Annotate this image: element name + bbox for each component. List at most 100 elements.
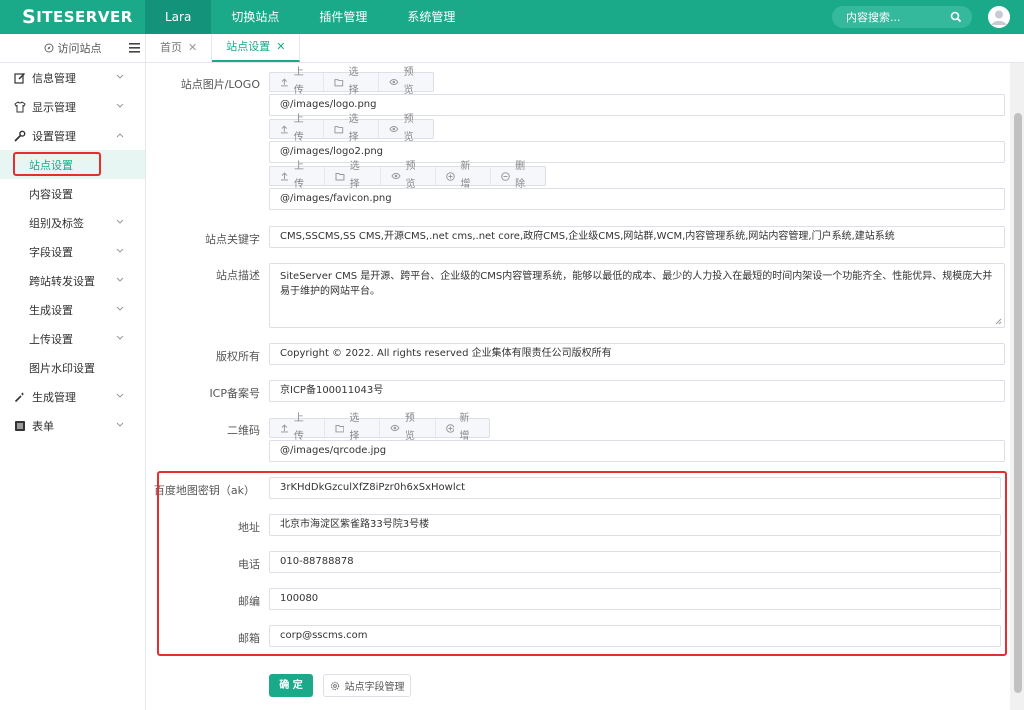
description-textarea[interactable]: SiteServer CMS 是开源、跨平台、企业级的CMS内容管理系统，能够以… bbox=[269, 263, 1005, 328]
icp-input[interactable]: 京ICP备100011043号 bbox=[269, 380, 1005, 402]
eye-icon bbox=[389, 125, 399, 133]
chevron-down-icon bbox=[116, 103, 124, 108]
sidebar-subitem-watermark[interactable]: 图片水印设置 bbox=[0, 353, 145, 382]
upload-button[interactable]: 上传 bbox=[270, 161, 325, 190]
search-input[interactable] bbox=[846, 10, 950, 24]
page-tabs: 首页 ✕ 站点设置 ✕ bbox=[146, 33, 301, 62]
delete-button[interactable]: 删除 bbox=[491, 161, 545, 190]
close-icon[interactable]: ✕ bbox=[188, 34, 197, 62]
sidebar-subitem-cross-site[interactable]: 跨站转发设置 bbox=[0, 266, 145, 295]
preview-button[interactable]: 预览 bbox=[381, 161, 437, 190]
sidebar: 信息管理 显示管理 设置管理 站点设置 内容设置 组别及标签 字段设置 跨站转发… bbox=[0, 63, 146, 710]
sidebar-subitem-groups-tags[interactable]: 组别及标签 bbox=[0, 208, 145, 237]
copyright-input[interactable]: Copyright © 2022. All rights reserved 企业… bbox=[269, 343, 1005, 365]
chevron-up-icon bbox=[116, 133, 124, 138]
scrollbar-thumb[interactable] bbox=[1014, 113, 1022, 693]
preview-button[interactable]: 预览 bbox=[379, 114, 433, 143]
folder-icon bbox=[334, 424, 344, 432]
nav-item-lara[interactable]: Lara bbox=[145, 0, 212, 34]
sidebar-subitem-content-settings[interactable]: 内容设置 bbox=[0, 179, 145, 208]
baidu-ak-input[interactable]: 3rKHdDkGzculXfZ8iPzr0h6xSxHowlct bbox=[269, 477, 1001, 499]
sidebar-subitem-generate-settings[interactable]: 生成设置 bbox=[0, 295, 145, 324]
chevron-down-icon bbox=[116, 393, 124, 398]
nav-item-plugins[interactable]: 插件管理 bbox=[299, 0, 387, 34]
sidebar-item-info[interactable]: 信息管理 bbox=[0, 63, 145, 92]
user-icon bbox=[988, 6, 1010, 28]
upload-icon bbox=[280, 423, 288, 432]
visit-site-link[interactable]: 访问站点 bbox=[0, 34, 146, 62]
phone-input[interactable]: 010-88788878 bbox=[269, 551, 1001, 573]
sidebar-subitem-field-settings[interactable]: 字段设置 bbox=[0, 237, 145, 266]
chevron-down-icon bbox=[116, 335, 124, 340]
keywords-input[interactable]: CMS,SSCMS,SS CMS,开源CMS,.net cms,.net cor… bbox=[269, 226, 1005, 248]
sidebar-item-display[interactable]: 显示管理 bbox=[0, 92, 145, 121]
logo1-input[interactable]: @/images/logo.png bbox=[269, 94, 1005, 116]
resize-handle-icon[interactable] bbox=[995, 318, 1002, 325]
logo2-input[interactable]: @/images/logo2.png bbox=[269, 141, 1005, 163]
qrcode-toolbar: 上传 选择 预览 新增 bbox=[269, 413, 490, 442]
upload-button[interactable]: 上传 bbox=[270, 67, 325, 96]
shirt-icon bbox=[14, 100, 26, 112]
preview-button[interactable]: 预览 bbox=[379, 67, 433, 96]
sidebar-subitem-site-settings[interactable]: 站点设置 bbox=[0, 150, 145, 179]
sidebar-item-generate[interactable]: 生成管理 bbox=[0, 382, 145, 411]
tab-home[interactable]: 首页 ✕ bbox=[146, 34, 213, 62]
list-icon bbox=[15, 420, 25, 431]
favicon-input[interactable]: @/images/favicon.png bbox=[269, 188, 1005, 210]
add-button[interactable]: 新增 bbox=[436, 413, 490, 442]
minus-circle-icon bbox=[501, 171, 510, 181]
qrcode-input[interactable]: @/images/qrcode.jpg bbox=[269, 440, 1005, 462]
search-box bbox=[832, 6, 972, 28]
copyright-label: 版权所有 bbox=[216, 350, 260, 363]
select-button[interactable]: 选择 bbox=[325, 161, 381, 190]
icp-label: ICP备案号 bbox=[209, 387, 260, 400]
top-bar: S ITESERVER Lara 切换站点 插件管理 系统管理 bbox=[0, 0, 1024, 34]
email-input[interactable]: corp@sscms.com bbox=[269, 625, 1001, 647]
logo1-toolbar: 上传 选择 预览 bbox=[269, 67, 434, 96]
eye-icon bbox=[389, 78, 399, 86]
plus-circle-icon bbox=[445, 423, 455, 433]
baidu-ak-label: 百度地图密钥（ak） bbox=[153, 484, 255, 497]
tab-site-settings[interactable]: 站点设置 ✕ bbox=[212, 33, 301, 62]
folder-icon bbox=[334, 78, 344, 86]
sidebar-item-settings[interactable]: 设置管理 bbox=[0, 121, 145, 150]
menu-toggle-icon[interactable] bbox=[129, 43, 140, 53]
select-button[interactable]: 选择 bbox=[325, 413, 380, 442]
chevron-down-icon bbox=[116, 74, 124, 79]
select-button[interactable]: 选择 bbox=[324, 67, 379, 96]
edit-icon bbox=[14, 72, 26, 84]
wrench-icon bbox=[14, 130, 26, 141]
chevron-down-icon bbox=[116, 219, 124, 224]
gear-icon bbox=[330, 681, 339, 690]
zipcode-input[interactable]: 100080 bbox=[269, 588, 1001, 610]
address-input[interactable]: 北京市海淀区紫雀路33号院3号楼 bbox=[269, 514, 1001, 536]
vertical-scrollbar[interactable] bbox=[1011, 63, 1024, 710]
sidebar-item-forms[interactable]: 表单 bbox=[0, 411, 145, 440]
select-button[interactable]: 选择 bbox=[324, 114, 379, 143]
magic-wand-icon bbox=[14, 391, 25, 402]
upload-button[interactable]: 上传 bbox=[270, 413, 325, 442]
plus-circle-icon bbox=[446, 171, 456, 181]
search-icon[interactable] bbox=[950, 11, 962, 23]
sidebar-subitem-upload-settings[interactable]: 上传设置 bbox=[0, 324, 145, 353]
chevron-down-icon bbox=[116, 248, 124, 253]
zipcode-label: 邮编 bbox=[238, 595, 260, 608]
qrcode-label: 二维码 bbox=[227, 424, 260, 437]
preview-button[interactable]: 预览 bbox=[380, 413, 436, 442]
submit-button[interactable]: 确 定 bbox=[269, 674, 313, 697]
logo2-toolbar: 上传 选择 预览 bbox=[269, 114, 434, 143]
upload-icon bbox=[280, 77, 288, 86]
brand-logo[interactable]: S ITESERVER bbox=[0, 0, 145, 34]
upload-button[interactable]: 上传 bbox=[270, 114, 325, 143]
site-field-manage-button[interactable]: 站点字段管理 bbox=[323, 674, 411, 697]
keywords-label: 站点关键字 bbox=[205, 233, 260, 246]
email-label: 邮箱 bbox=[238, 632, 260, 645]
top-nav: Lara 切换站点 插件管理 系统管理 bbox=[145, 0, 475, 34]
close-icon[interactable]: ✕ bbox=[276, 33, 285, 61]
avatar[interactable] bbox=[988, 6, 1010, 28]
nav-item-switch-site[interactable]: 切换站点 bbox=[211, 0, 299, 34]
chevron-down-icon bbox=[116, 422, 124, 427]
logo-label: 站点图片/LOGO bbox=[180, 78, 260, 91]
nav-item-system[interactable]: 系统管理 bbox=[387, 0, 475, 34]
add-button[interactable]: 新增 bbox=[436, 161, 492, 190]
